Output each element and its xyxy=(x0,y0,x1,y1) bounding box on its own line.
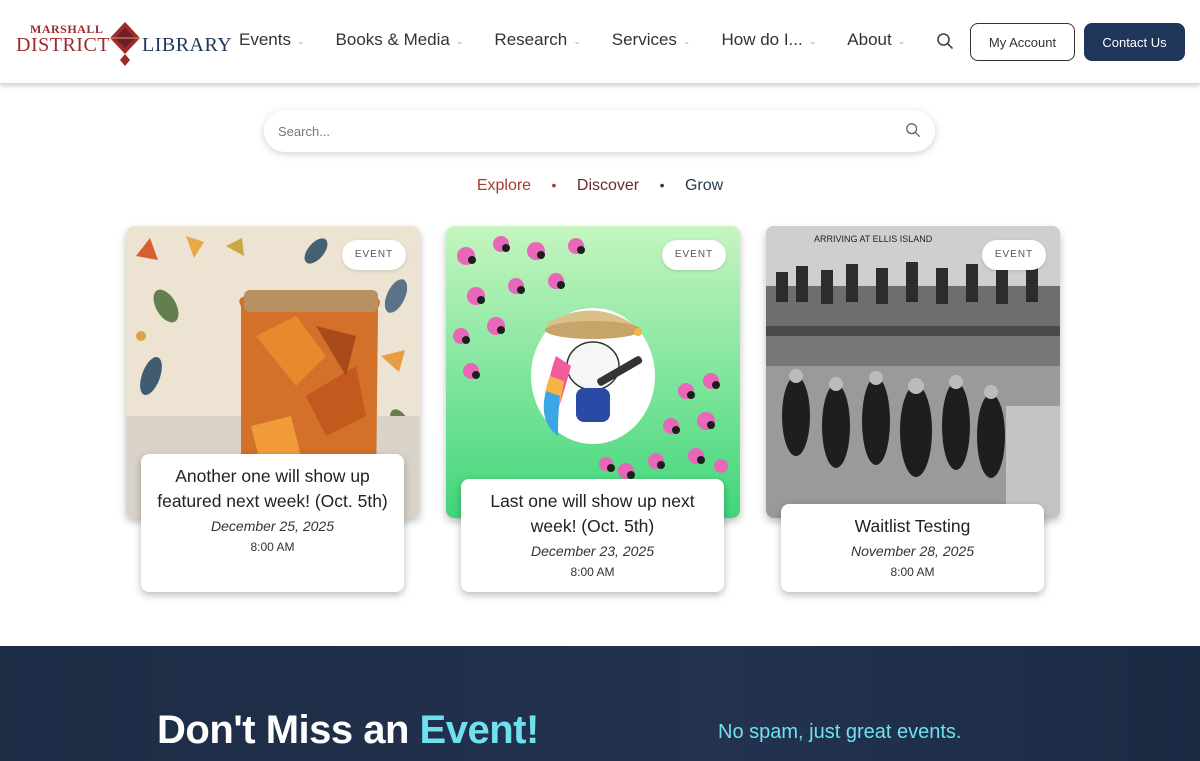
event-time: 8:00 AM xyxy=(250,540,295,554)
event-card-info[interactable]: Last one will show up next week! (Oct. 5… xyxy=(461,479,724,592)
newsletter-section: Don't Miss an Event! No spam, just great… xyxy=(0,646,1200,761)
event-date: December 25, 2025 xyxy=(211,518,334,534)
my-account-button[interactable]: My Account xyxy=(970,23,1075,61)
nav-services-label: Services xyxy=(611,30,677,49)
event-title[interactable]: Another one will show up featured next w… xyxy=(153,464,392,514)
site-search xyxy=(264,110,935,152)
chevron-down-icon: ⌄ xyxy=(897,35,906,46)
nav-research[interactable]: Research ⌄ xyxy=(494,30,580,50)
nav-events-label: Events xyxy=(239,30,291,49)
nav-about-label: About xyxy=(847,30,892,49)
event-date: December 23, 2025 xyxy=(531,543,654,559)
newsletter-title: Don't Miss an Event! xyxy=(157,708,539,753)
nav-events[interactable]: Events ⌄ xyxy=(239,30,305,50)
event-title[interactable]: Last one will show up next week! (Oct. 5… xyxy=(473,489,712,539)
chevron-down-icon: ⌄ xyxy=(455,35,464,46)
search-icon[interactable] xyxy=(905,122,921,138)
logo-emblem-icon xyxy=(110,22,140,66)
event-badge: EVENT xyxy=(342,240,406,270)
search-input[interactable] xyxy=(278,120,878,142)
nav-how-do-i-label: How do I... xyxy=(721,30,803,49)
nav-books-media[interactable]: Books & Media ⌄ xyxy=(336,30,464,50)
tagline: Explore • Discover • Grow xyxy=(0,177,1200,195)
nav-books-media-label: Books & Media xyxy=(335,30,450,49)
logo-text-district: DISTRICT xyxy=(16,34,110,56)
chevron-down-icon: ⌄ xyxy=(573,35,581,46)
event-title[interactable]: Waitlist Testing xyxy=(793,514,1032,539)
nav-research-label: Research xyxy=(494,30,568,49)
contact-us-button[interactable]: Contact Us xyxy=(1084,23,1185,61)
event-card-info[interactable]: Another one will show up featured next w… xyxy=(141,454,404,592)
chevron-down-icon: ⌄ xyxy=(296,35,305,46)
event-card-image[interactable]: ARRIVING AT ELLIS ISLAND EVENT xyxy=(766,226,1060,518)
nav-services[interactable]: Services ⌄ xyxy=(612,30,691,50)
search-icon[interactable] xyxy=(936,32,954,50)
newsletter-subtitle: No spam, just great events. xyxy=(718,721,962,743)
main-nav: Events ⌄ Books & Media ⌄ Research ⌄ Serv… xyxy=(239,30,905,50)
tagline-separator: • xyxy=(659,177,665,193)
tagline-explore: Explore xyxy=(476,177,532,194)
newsletter-title-prefix: Don't Miss an xyxy=(157,708,420,752)
library-logo[interactable]: MARSHALL DISTRICT LIBRARY xyxy=(16,16,232,68)
event-time: 8:00 AM xyxy=(890,565,935,579)
event-card-image[interactable]: EVENT xyxy=(446,226,740,518)
tagline-separator: • xyxy=(551,177,557,193)
event-badge: EVENT xyxy=(982,240,1046,270)
tagline-grow: Grow xyxy=(684,177,724,194)
event-date: November 28, 2025 xyxy=(851,543,974,559)
logo-text-library: LIBRARY xyxy=(142,34,233,56)
event-time: 8:00 AM xyxy=(570,565,615,579)
event-card-info[interactable]: Waitlist Testing November 28, 2025 8:00 … xyxy=(781,504,1044,592)
newsletter-title-accent: Event! xyxy=(419,708,540,752)
photo-caption: ARRIVING AT ELLIS ISLAND xyxy=(814,234,933,244)
tagline-discover: Discover xyxy=(576,177,640,194)
event-badge: EVENT xyxy=(662,240,726,270)
site-header: MARSHALL DISTRICT LIBRARY Events ⌄ Books… xyxy=(0,0,1200,84)
chevron-down-icon: ⌄ xyxy=(808,35,817,46)
nav-about[interactable]: About ⌄ xyxy=(847,30,905,50)
chevron-down-icon: ⌄ xyxy=(682,35,691,46)
nav-how-do-i[interactable]: How do I... ⌄ xyxy=(721,30,816,50)
